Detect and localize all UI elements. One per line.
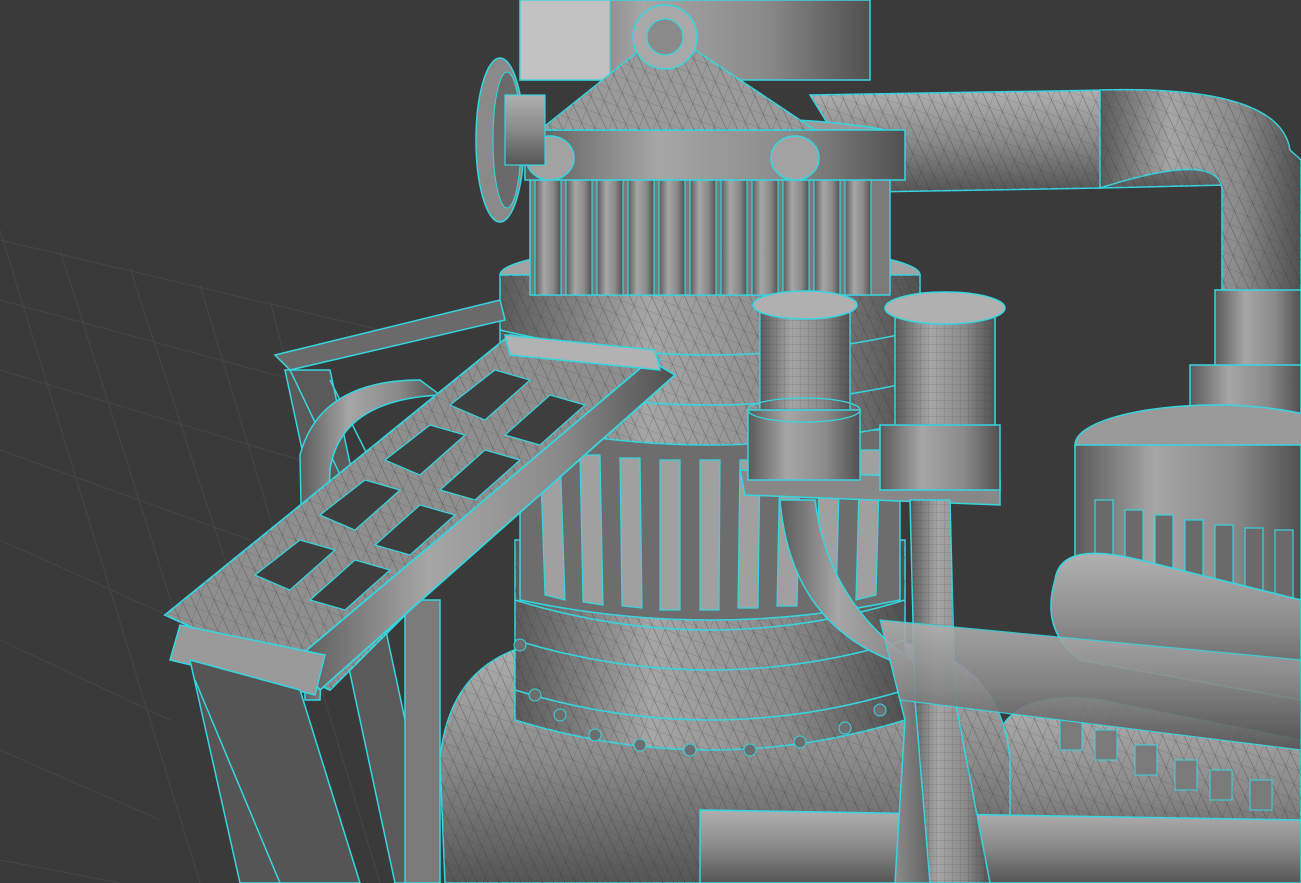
3d-viewport[interactable] [0, 0, 1301, 883]
right-column-assembly[interactable] [995, 289, 1301, 883]
main-tower-fluted-column[interactable] [524, 117, 906, 296]
lower-left-frame[interactable] [188, 658, 361, 883]
